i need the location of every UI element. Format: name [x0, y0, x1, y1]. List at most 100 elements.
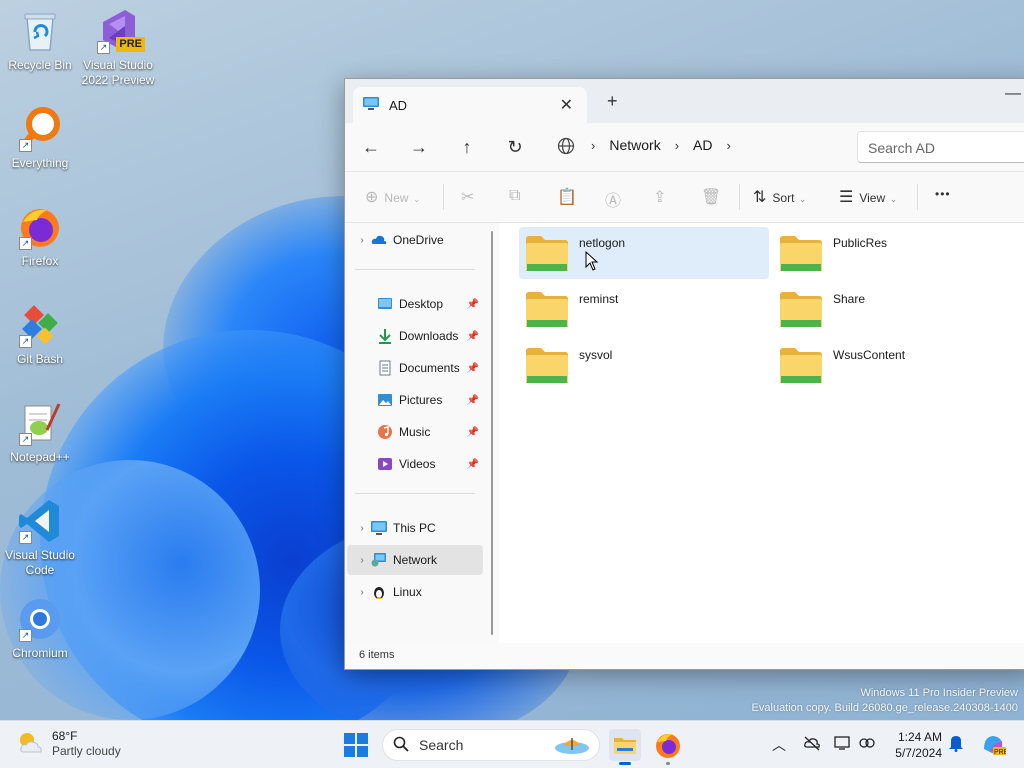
- breadcrumb-separator[interactable]: ›: [591, 138, 595, 153]
- sort-button[interactable]: ⇅ Sort ⌄: [753, 187, 806, 207]
- folder-name: WsusContent: [833, 348, 906, 362]
- title-bar: AD ✕ + —: [345, 79, 1024, 123]
- network-globe-icon[interactable]: [557, 137, 575, 158]
- firefox-icon: ↗: [17, 204, 63, 250]
- sidebar-item-linux[interactable]: › Linux: [347, 577, 483, 607]
- up-arrow-icon[interactable]: ↑: [453, 135, 481, 159]
- chevron-right-icon[interactable]: ›: [353, 555, 371, 566]
- folder-netlogon[interactable]: netlogon: [519, 227, 769, 279]
- sidebar-item-label: Music: [399, 425, 431, 439]
- onedrive-offline-icon[interactable]: [803, 735, 821, 754]
- toolbar-divider: [443, 184, 444, 210]
- desktop-icon-label: Notepad++: [10, 450, 70, 464]
- breadcrumb-separator[interactable]: ›: [727, 138, 731, 153]
- copilot-icon[interactable]: PRE: [980, 731, 1009, 760]
- sidebar-item-pictures[interactable]: Pictures 📌: [347, 385, 483, 415]
- sidebar-item-label: OneDrive: [393, 233, 444, 247]
- folder-icon: [779, 289, 823, 334]
- sidebar-item-videos[interactable]: Videos 📌: [347, 449, 483, 479]
- view-button[interactable]: ☰ View ⌄: [839, 187, 897, 207]
- sidebar-item-desktop[interactable]: Desktop 📌: [347, 289, 483, 319]
- desktop-icon-notepadpp[interactable]: ↗ Notepad++: [2, 400, 78, 465]
- back-arrow-icon[interactable]: ←: [357, 135, 385, 159]
- music-icon: [377, 424, 393, 440]
- sort-label: Sort: [772, 191, 795, 205]
- document-icon: [377, 360, 393, 376]
- show-hidden-icons-chevron[interactable]: ︿: [772, 735, 786, 755]
- desktop-icon-vscode[interactable]: ↗ Visual Studio Code: [2, 498, 78, 578]
- breadcrumb-ad[interactable]: AD: [693, 137, 712, 153]
- sidebar-item-label: Downloads: [399, 329, 459, 343]
- breadcrumb-network[interactable]: Network: [609, 137, 660, 153]
- start-button[interactable]: [340, 729, 372, 761]
- desktop-icon-chromium[interactable]: ↗ Chromium: [2, 596, 78, 661]
- sidebar-item-onedrive[interactable]: › OneDrive: [347, 225, 483, 255]
- sidebar-item-label: Network: [393, 553, 438, 567]
- display-icon[interactable]: [834, 735, 852, 754]
- breadcrumb-separator[interactable]: ›: [675, 138, 679, 153]
- desktop-icon-git-bash[interactable]: ↗ Git Bash: [2, 302, 78, 367]
- chevron-right-icon[interactable]: ›: [353, 587, 371, 598]
- sidebar-divider: [355, 493, 475, 494]
- weather-widget[interactable]: 68°F Partly cloudy: [16, 729, 121, 759]
- close-tab-icon[interactable]: ✕: [560, 95, 573, 115]
- rename-icon[interactable]: Ⓐ: [605, 187, 621, 211]
- desktop-icon-visual-studio[interactable]: PRE ↗ Visual Studio 2022 Preview: [80, 8, 156, 88]
- breadcrumb: › Network › AD ›: [591, 137, 745, 153]
- notification-bell-icon[interactable]: [948, 734, 964, 755]
- sidebar-item-network[interactable]: › Network: [347, 545, 483, 575]
- desktop-icon-recycle-bin[interactable]: Recycle Bin: [2, 8, 78, 73]
- more-options-icon[interactable]: •••: [935, 187, 951, 201]
- sidebar-item-label: Linux: [393, 585, 422, 599]
- sidebar-item-documents[interactable]: Documents 📌: [347, 353, 483, 383]
- folder-wsuscontent[interactable]: WsusContent: [773, 339, 1023, 391]
- share-icon[interactable]: ⇪: [653, 187, 666, 207]
- search-input[interactable]: Search AD: [857, 131, 1024, 163]
- copy-icon[interactable]: ⧉: [509, 187, 520, 205]
- taskbar-search[interactable]: Search: [382, 729, 600, 761]
- folder-reminst[interactable]: reminst: [519, 283, 769, 335]
- sidebar-item-label: Desktop: [399, 297, 444, 311]
- sidebar-scrollbar[interactable]: [491, 231, 493, 635]
- desktop-icon-label: Visual Studio Code: [5, 548, 75, 577]
- sidebar-item-this-pc[interactable]: › This PC: [347, 513, 483, 543]
- cut-icon[interactable]: ✂: [461, 187, 474, 207]
- sidebar-item-music[interactable]: Music 📌: [347, 417, 483, 447]
- pin-icon: 📌: [466, 330, 479, 342]
- forward-arrow-icon[interactable]: →: [405, 135, 433, 159]
- new-tab-button[interactable]: +: [607, 91, 618, 112]
- clock-date: 5/7/2024: [895, 746, 942, 760]
- toolbar-divider: [917, 184, 918, 210]
- desktop-icon-everything[interactable]: ↗ Everything: [2, 106, 78, 171]
- picture-icon: [377, 392, 393, 408]
- folder-publicres[interactable]: PublicRes: [773, 227, 1023, 279]
- sidebar-item-downloads[interactable]: Downloads 📌: [347, 321, 483, 351]
- item-count: 6 items: [359, 649, 395, 661]
- command-bar: ⊕ New ⌄ ✂ ⧉ 📋 Ⓐ ⇪ 🗑 ⇅ Sort ⌄ ☰ View ⌄ •••: [345, 171, 1024, 223]
- minimize-button[interactable]: —: [1005, 85, 1021, 103]
- tab-ad[interactable]: AD ✕: [353, 87, 587, 123]
- chevron-right-icon[interactable]: ›: [353, 523, 371, 534]
- network-status-icon[interactable]: [858, 735, 876, 754]
- weather-temperature: 68°F: [52, 729, 78, 743]
- refresh-icon[interactable]: ↻: [501, 135, 529, 159]
- file-list: netlogon PublicRes reminst Share sysvol …: [499, 223, 1024, 647]
- delete-icon[interactable]: 🗑: [701, 187, 721, 207]
- system-clock[interactable]: 1:24 AM 5/7/2024: [880, 729, 942, 761]
- shortcut-arrow-icon: ↗: [19, 335, 32, 348]
- new-label: New: [384, 191, 409, 205]
- taskbar-firefox[interactable]: [652, 729, 684, 765]
- running-app-indicator: [666, 762, 670, 765]
- desktop-icon-label: Chromium: [12, 646, 68, 660]
- folder-sysvol[interactable]: sysvol: [519, 339, 769, 391]
- taskbar-file-explorer[interactable]: [609, 729, 641, 765]
- paste-icon[interactable]: 📋: [557, 187, 577, 207]
- desktop-icon-label: Everything: [11, 156, 69, 170]
- folder-share[interactable]: Share: [773, 283, 1023, 335]
- preview-badge: PRE: [116, 37, 145, 52]
- folder-icon: [525, 289, 569, 334]
- chevron-right-icon[interactable]: ›: [353, 235, 371, 246]
- shortcut-arrow-icon: ↗: [97, 41, 110, 54]
- desktop-icon-firefox[interactable]: ↗ Firefox: [2, 204, 78, 269]
- new-button[interactable]: ⊕ New ⌄: [365, 187, 420, 207]
